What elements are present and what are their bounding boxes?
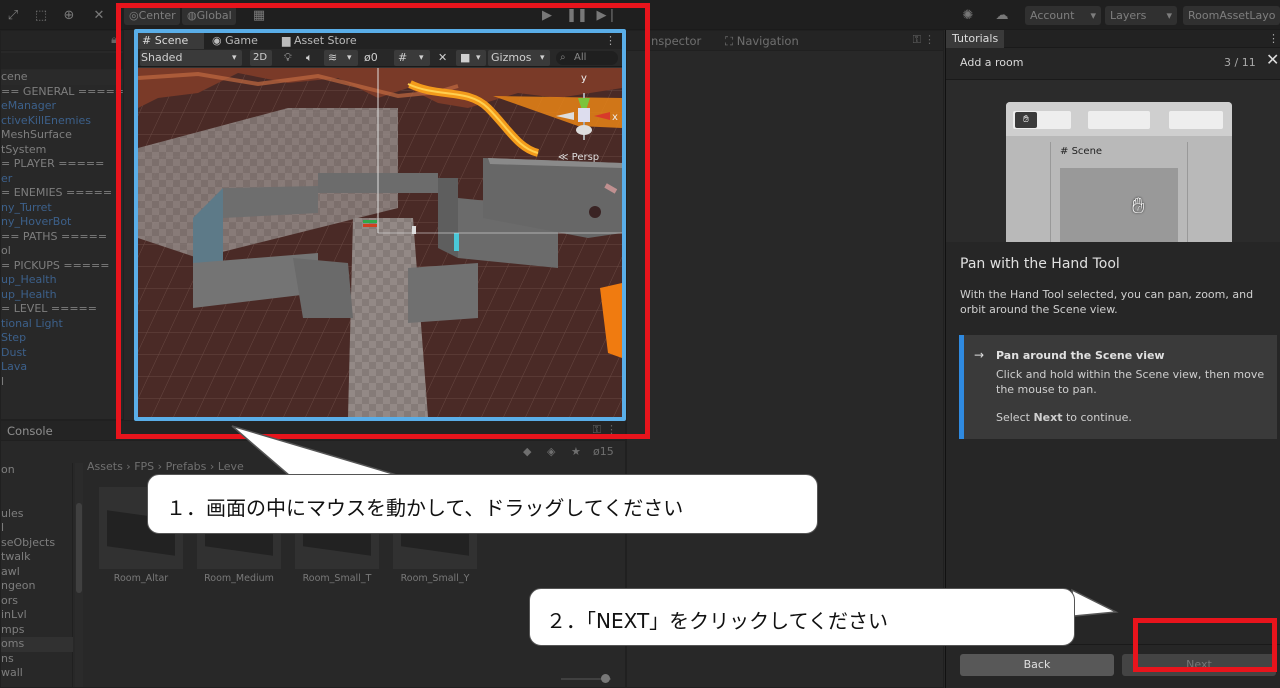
callout-next-instruction: ２．「NEXT」をクリックしてください xyxy=(529,588,1075,646)
callout-drag-instruction: １．画面の中にマウスを動かして、ドラッグしてください xyxy=(147,474,818,534)
unity-editor-window: ⤢ ⬚ ⊕ ✕ ◎Center ◍Global ▦ ▶ ❚❚ ▶❘ ✺ ☁ Ac… xyxy=(0,0,1280,688)
callout-tails xyxy=(231,425,1119,617)
